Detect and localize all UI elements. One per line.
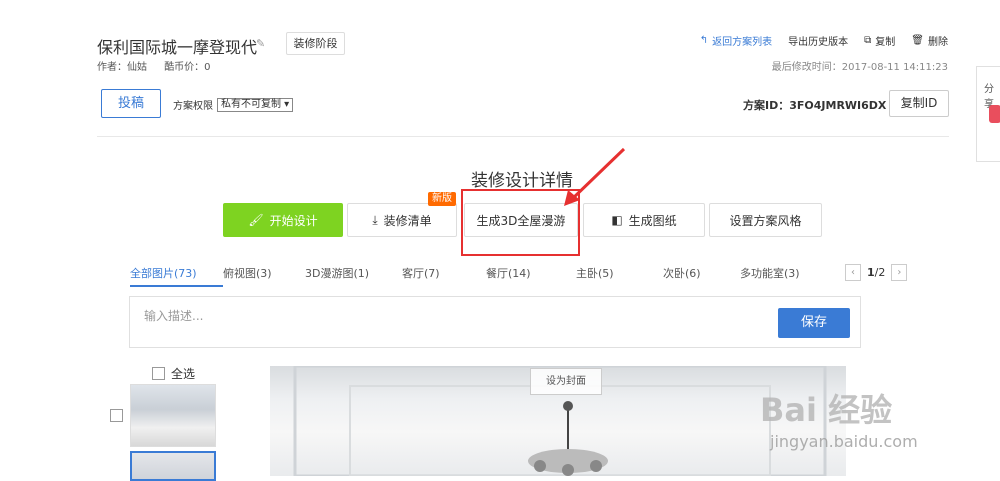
- copy-link[interactable]: ⧉ 复制: [864, 33, 895, 48]
- export-history-link[interactable]: 导出历史版本: [788, 33, 848, 48]
- select-all[interactable]: 全选: [152, 365, 195, 382]
- next-page-button[interactable]: ›: [891, 264, 908, 281]
- top-links: ↰ 返回方案列表 导出历史版本 ⧉ 复制 🗑 删除: [700, 33, 948, 48]
- copy-icon: ⧉: [864, 35, 872, 46]
- plan-title: 保利国际城一摩登现代: [97, 38, 258, 57]
- delete-link[interactable]: 🗑 删除: [911, 33, 948, 48]
- copy-id-button[interactable]: 复制ID: [889, 90, 949, 117]
- trash-icon: 🗑: [911, 35, 924, 46]
- description-input[interactable]: [129, 296, 861, 348]
- post-button[interactable]: 投稿: [101, 89, 161, 118]
- download-icon: ⤓: [372, 212, 378, 227]
- stage-button[interactable]: 装修阶段: [286, 32, 345, 55]
- section-title: 装修设计详情: [471, 171, 573, 191]
- select-all-checkbox[interactable]: [152, 367, 165, 380]
- modified-time: 最后修改时间：2017-08-11 14:11:23: [771, 62, 948, 73]
- drawing-icon: ◧: [611, 213, 623, 227]
- tab-dining-room[interactable]: 餐厅(14): [486, 265, 576, 287]
- start-design-button[interactable]: 🖌 开始设计: [223, 203, 343, 237]
- return-arrow-icon: ↰: [699, 35, 709, 46]
- thumbnail-2[interactable]: [130, 451, 216, 481]
- weibo-icon[interactable]: [989, 105, 1000, 123]
- row-checkbox[interactable]: [110, 409, 123, 422]
- tab-top-view[interactable]: 俯视图(3): [223, 265, 305, 287]
- tab-second-bedroom[interactable]: 次卧(6): [663, 265, 740, 287]
- coin-price-label: 酷币价：0: [164, 62, 211, 73]
- set-cover-button[interactable]: 设为封面: [530, 368, 602, 395]
- new-badge: 新版: [428, 192, 456, 206]
- permission-control: 方案权限 私有不可复制 ▾: [173, 97, 294, 112]
- bill-button[interactable]: ⤓ 装修清单: [347, 203, 457, 237]
- tab-all[interactable]: 全部图片(73): [130, 265, 223, 287]
- paint-roller-icon: 🖌: [248, 213, 264, 227]
- plan-id: 方案ID：3FO4JMRWI6DX: [743, 99, 887, 112]
- tab-3d-tour[interactable]: 3D漫游图(1): [305, 265, 402, 287]
- generate-drawings-button[interactable]: ◧ 生成图纸: [583, 203, 705, 237]
- image-tabs: 全部图片(73) 俯视图(3) 3D漫游图(1) 客厅(7) 餐厅(14) 主卧…: [130, 265, 800, 287]
- thumbnail-1[interactable]: [130, 384, 216, 447]
- permission-label: 方案权限: [173, 101, 213, 112]
- save-button[interactable]: 保存: [778, 308, 850, 338]
- tab-multifunction-room[interactable]: 多功能室(3): [740, 265, 800, 287]
- back-to-list-link[interactable]: ↰ 返回方案列表: [700, 33, 772, 48]
- set-style-button[interactable]: 设置方案风格: [709, 203, 822, 237]
- tab-master-bedroom[interactable]: 主卧(5): [576, 265, 663, 287]
- baidu-watermark-url: jingyan.baidu.com: [770, 432, 918, 451]
- page-indicator: 1/2: [867, 266, 886, 279]
- description-placeholder: 输入描述...: [144, 309, 204, 323]
- tab-living-room[interactable]: 客厅(7): [402, 265, 486, 287]
- plan-meta: 作者：仙姑 酷币价：0: [97, 58, 225, 73]
- divider: [97, 136, 949, 137]
- prev-page-button[interactable]: ‹: [845, 264, 861, 281]
- pager: ‹ 1/2 ›: [845, 264, 908, 281]
- pencil-icon[interactable]: ✎: [256, 37, 268, 50]
- author-label: 作者：仙姑: [97, 62, 147, 73]
- annotation-arrow-icon: [564, 147, 626, 206]
- permission-select[interactable]: 私有不可复制 ▾: [217, 97, 294, 112]
- baidu-watermark: Bai 经验: [760, 391, 893, 429]
